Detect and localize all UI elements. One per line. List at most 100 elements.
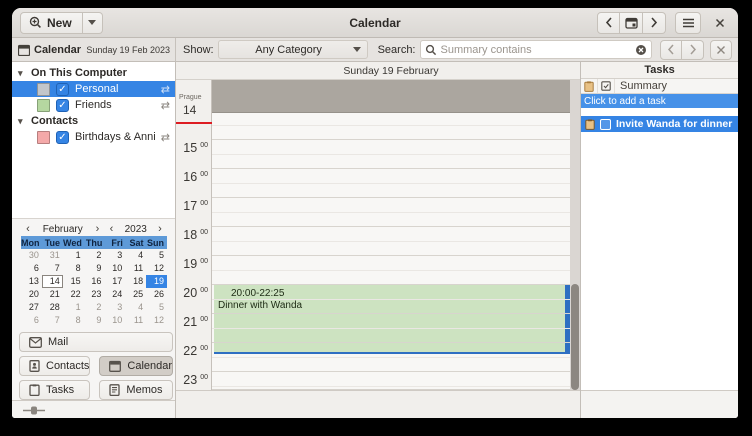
mini-calendar-week-row: 13141516171819	[21, 275, 167, 288]
mini-calendar-day[interactable]: 6	[21, 314, 42, 327]
checkbox-checked[interactable]: ✓	[56, 99, 69, 112]
next-button[interactable]	[643, 12, 666, 34]
mini-calendar-day[interactable]: 5	[146, 301, 167, 314]
calendar-button[interactable]: Calendar	[99, 356, 173, 376]
mini-calendar-day[interactable]: 11	[125, 262, 146, 275]
mini-calendar-day[interactable]: 31	[42, 249, 63, 262]
mini-calendar-day[interactable]: 9	[84, 314, 105, 327]
scrollbar-thumb[interactable]	[571, 284, 579, 390]
mini-calendar-day[interactable]: 28	[42, 301, 63, 314]
menu-button[interactable]	[675, 12, 701, 34]
new-dropdown-button[interactable]	[83, 12, 103, 34]
mini-calendar-day[interactable]: 4	[125, 301, 146, 314]
expander-icon[interactable]: ▾	[18, 116, 27, 127]
mini-calendar-day[interactable]: 7	[42, 314, 63, 327]
new-split-button: New	[20, 12, 103, 34]
task-type-column-icon[interactable]	[581, 79, 598, 93]
mini-calendar-day[interactable]: 14	[42, 275, 63, 288]
mini-calendar-nav: ‹ February › ‹ 2023 ›	[21, 222, 167, 236]
mini-calendar-day[interactable]: 7	[42, 262, 63, 275]
day-view-scrollbar[interactable]	[570, 80, 580, 390]
calendar-item-label: Birthdays & Anniver...	[75, 131, 155, 143]
close-search-button[interactable]	[710, 40, 732, 60]
previous-button[interactable]	[597, 12, 620, 34]
mini-calendar-day[interactable]: 21	[42, 288, 63, 301]
mini-calendar-day[interactable]: 26	[146, 288, 167, 301]
calendar-item-friends[interactable]: ✓ Friends ⇄	[12, 97, 175, 113]
evolution-window: Calendar New	[12, 8, 738, 418]
previous-year-button[interactable]: ‹	[104, 223, 118, 235]
mini-calendar-day[interactable]: 4	[125, 249, 146, 262]
weekday-header: Thu	[85, 238, 106, 248]
mini-calendar-day[interactable]: 20	[21, 288, 42, 301]
mini-calendar-day[interactable]: 10	[104, 262, 125, 275]
memos-button[interactable]: Memos	[99, 380, 173, 400]
all-day-band[interactable]	[212, 80, 570, 113]
pane-resize-handle[interactable]	[23, 406, 45, 415]
checkbox-checked[interactable]: ✓	[56, 131, 69, 144]
mini-calendar-day[interactable]: 22	[63, 288, 84, 301]
mini-calendar-day[interactable]: 1	[63, 249, 84, 262]
summary-column-header[interactable]: Summary	[615, 80, 667, 92]
mini-calendar-day[interactable]: 2	[84, 301, 105, 314]
calendar-item-personal[interactable]: ✓ Personal ⇄	[12, 81, 175, 97]
mini-calendar-day[interactable]: 15	[63, 275, 84, 288]
search-input[interactable]	[441, 44, 636, 56]
calendar-item-birthdays[interactable]: ✓ Birthdays & Anniver... ⇄	[12, 129, 175, 145]
contacts-button[interactable]: Contacts	[19, 356, 90, 376]
next-year-button[interactable]: ›	[153, 223, 167, 235]
tasks-empty-area[interactable]	[581, 132, 738, 390]
new-button[interactable]: New	[20, 12, 83, 34]
mini-calendar-day[interactable]: 27	[21, 301, 42, 314]
mini-calendar-day[interactable]: 3	[104, 249, 125, 262]
tasks-button[interactable]: Tasks	[19, 380, 90, 400]
mini-calendar-day[interactable]: 8	[63, 314, 84, 327]
mini-calendar-day[interactable]: 1	[63, 301, 84, 314]
current-date-label: Sunday 19 Feb 2023	[86, 45, 170, 55]
clear-search-icon[interactable]	[635, 44, 647, 56]
mini-calendar-day[interactable]: 11	[125, 314, 146, 327]
today-button[interactable]	[620, 12, 643, 34]
search-next-button[interactable]	[682, 40, 704, 60]
task-complete-column-icon[interactable]	[598, 79, 615, 93]
calendar-icon	[18, 44, 30, 56]
search-previous-button[interactable]	[660, 40, 682, 60]
month-label: February	[35, 224, 90, 235]
expander-icon[interactable]: ▾	[18, 68, 27, 79]
mini-calendar-day[interactable]: 13	[21, 275, 42, 288]
mail-button[interactable]: Mail	[19, 332, 173, 352]
next-month-button[interactable]: ›	[90, 223, 104, 235]
close-window-button[interactable]	[710, 12, 730, 34]
mini-calendar-day[interactable]: 9	[84, 262, 105, 275]
mini-calendar-day[interactable]: 6	[21, 262, 42, 275]
hour-gridline	[212, 168, 570, 169]
mini-calendar-day[interactable]: 10	[104, 314, 125, 327]
hour-gridline	[212, 342, 570, 343]
mini-calendar-day[interactable]: 8	[63, 262, 84, 275]
mini-calendar-day[interactable]: 25	[125, 288, 146, 301]
mini-calendar-day[interactable]: 12	[146, 314, 167, 327]
mini-calendar-day[interactable]: 24	[104, 288, 125, 301]
mini-calendar-day[interactable]: 30	[21, 249, 42, 262]
category-dropdown[interactable]: Any Category	[218, 40, 368, 59]
filter-bar: Calendar Sunday 19 Feb 2023 Show: Any Ca…	[12, 38, 738, 62]
hour-label: 1700	[183, 199, 208, 213]
mini-calendar-day[interactable]: 17	[104, 275, 125, 288]
mini-calendar-day[interactable]: 2	[84, 249, 105, 262]
task-checkbox-unchecked[interactable]	[600, 119, 611, 130]
mini-calendar-day[interactable]: 5	[146, 249, 167, 262]
add-task-row[interactable]: Click to add a task	[581, 94, 738, 108]
task-row-invite-wanda[interactable]: Invite Wanda for dinner	[581, 116, 738, 132]
tree-group-on-this-computer[interactable]: ▾ On This Computer	[12, 65, 175, 81]
mini-calendar-day[interactable]: 23	[84, 288, 105, 301]
tree-group-contacts[interactable]: ▾ Contacts	[12, 113, 175, 129]
mini-calendar-day[interactable]: 12	[146, 262, 167, 275]
day-grid[interactable]: 20:00-22:25 Dinner with Wanda	[212, 113, 570, 390]
mini-calendar-day[interactable]: 16	[84, 275, 105, 288]
previous-month-button[interactable]: ‹	[21, 223, 35, 235]
mini-calendar-day[interactable]: 19	[146, 275, 167, 288]
event-dinner-with-wanda[interactable]: 20:00-22:25 Dinner with Wanda	[214, 284, 570, 354]
checkbox-checked[interactable]: ✓	[56, 83, 69, 96]
mini-calendar-day[interactable]: 3	[104, 301, 125, 314]
mini-calendar-day[interactable]: 18	[125, 275, 146, 288]
